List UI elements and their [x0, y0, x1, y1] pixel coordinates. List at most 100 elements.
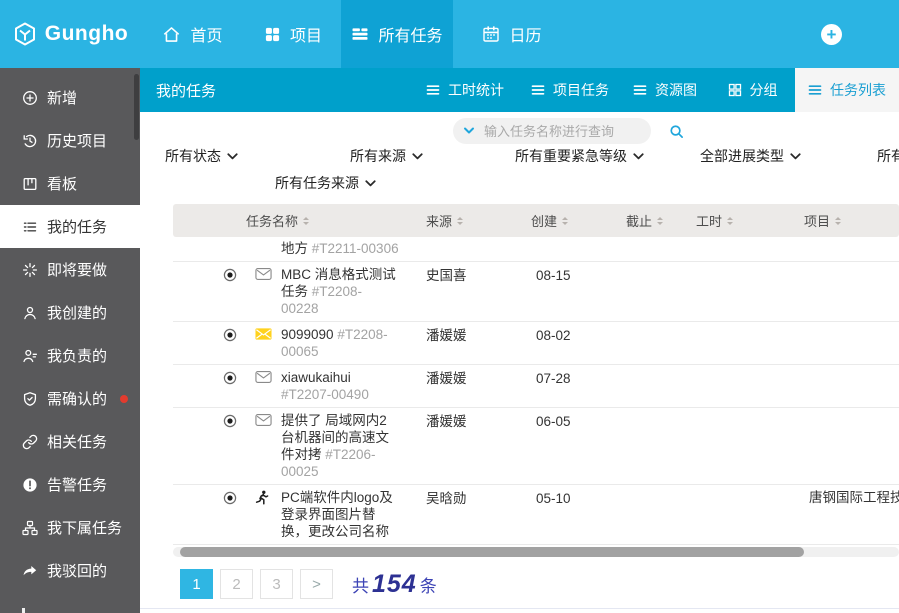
- tasks-icon: [351, 25, 369, 43]
- task-name-cell[interactable]: 9099090 #T2208-00065: [281, 326, 426, 360]
- table-row[interactable]: 提供了 局域网内2台机器间的高速文件对拷 #T2206-00025 潘媛媛 06…: [173, 408, 899, 485]
- horizontal-scrollbar[interactable]: [173, 547, 899, 557]
- filter-status[interactable]: 所有状态: [165, 146, 238, 166]
- plus-circle-icon: [21, 90, 38, 106]
- radio-icon[interactable]: [223, 268, 255, 282]
- list-icon: [531, 83, 545, 97]
- sidebar-item-created-by-me[interactable]: 我创建的: [0, 291, 140, 334]
- nav-all-tasks[interactable]: 所有任务: [341, 0, 453, 68]
- sidebar-item-kanban[interactable]: 看板: [0, 162, 140, 205]
- tab-resource-map[interactable]: 资源图: [620, 68, 710, 112]
- filter-priority[interactable]: 所有重要紧急等级: [515, 146, 644, 166]
- task-name-cell[interactable]: PC端软件内logo及登录界面图片替换，更改公司名称: [281, 489, 426, 540]
- filter-label: 所有重要紧急等级: [515, 146, 627, 166]
- shield-icon: [21, 391, 38, 407]
- radio-icon[interactable]: [223, 414, 255, 428]
- sidebar-item-upcoming[interactable]: 即将要做: [0, 248, 140, 291]
- user-list-icon: [21, 348, 38, 364]
- add-button[interactable]: +: [821, 24, 842, 45]
- runner-icon: [255, 490, 281, 506]
- radio-icon[interactable]: [223, 371, 255, 385]
- sidebar-item-history[interactable]: 历史项目: [0, 119, 140, 162]
- nav-calendar[interactable]: 日历: [453, 0, 571, 68]
- sidebar-item-need-confirm[interactable]: 需确认的: [0, 377, 140, 420]
- sidebar-scrollbar[interactable]: [134, 74, 139, 140]
- sidebar-item-new[interactable]: 新增: [0, 76, 140, 119]
- nav-home[interactable]: 首页: [140, 0, 245, 68]
- task-list-icon: [21, 219, 38, 235]
- sidebar-item-subordinate-tasks[interactable]: 我下属任务: [0, 506, 140, 549]
- page-button-2[interactable]: 2: [220, 569, 253, 599]
- main-nav: 首页 项目 所有任务: [140, 0, 571, 68]
- sidebar-item-label: 我负责的: [47, 345, 107, 366]
- next-page-button[interactable]: >: [300, 569, 333, 599]
- nav-all-tasks-label: 所有任务: [378, 22, 442, 46]
- view-tabs: 工时统计 项目任务 资源图: [410, 68, 899, 112]
- sidebar-item-owned-by-me[interactable]: 我负责的: [0, 334, 140, 377]
- chevron-down-icon: [790, 153, 801, 160]
- link-icon: [21, 434, 38, 450]
- filter-label: 所有状态: [165, 146, 221, 166]
- column-due[interactable]: 截止: [626, 211, 696, 230]
- table-row[interactable]: xiawukaihui #T2207-00490 潘媛媛 07-28: [173, 365, 899, 408]
- sidebar-item-related-tasks[interactable]: 相关任务: [0, 420, 140, 463]
- sort-icon: [562, 217, 568, 225]
- tab-label: 工时统计: [448, 80, 504, 100]
- task-name-cell[interactable]: 提供了 局域网内2台机器间的高速文件对拷 #T2206-00025: [281, 412, 426, 480]
- page-button-1[interactable]: 1: [180, 569, 213, 599]
- filter-task-source[interactable]: 所有任务来源: [275, 173, 376, 193]
- sort-icon: [457, 217, 463, 225]
- table-row[interactable]: MBC 消息格式测试任务 #T2208-00228 史国喜 08-15: [173, 262, 899, 322]
- table-row[interactable]: PC端软件内logo及登录界面图片替换，更改公司名称 吴晗勋 05-10 唐钢国…: [173, 485, 899, 545]
- chevron-down-icon[interactable]: [463, 127, 475, 135]
- task-id: #T2211-00306: [312, 241, 399, 256]
- sidebar-item-label: 即将要做: [47, 259, 107, 280]
- sort-icon: [835, 217, 841, 225]
- tab-grouping[interactable]: 分组: [710, 68, 795, 112]
- filter-clipped[interactable]: 所有: [877, 146, 899, 166]
- task-project: 唐钢国际工程技术有: [809, 489, 899, 506]
- tab-project-tasks[interactable]: 项目任务: [520, 68, 620, 112]
- column-created[interactable]: 创建: [531, 211, 626, 230]
- search-icon[interactable]: [669, 124, 684, 139]
- tab-label: 任务列表: [830, 80, 886, 100]
- chevron-down-icon: [227, 153, 238, 160]
- horizontal-scrollbar-thumb[interactable]: [180, 547, 804, 557]
- task-name-cell[interactable]: xiawukaihui #T2207-00490: [281, 369, 426, 403]
- table-row[interactable]: 9099090 #T2208-00065 潘媛媛 08-02: [173, 322, 899, 365]
- tab-task-list[interactable]: 任务列表: [795, 68, 899, 112]
- table-header: 任务名称 来源 创建 截止 工时 项目: [173, 204, 899, 237]
- envelope-icon: [255, 413, 281, 427]
- search-input[interactable]: [482, 123, 662, 140]
- total-count: 共 154 条: [352, 570, 437, 599]
- task-name-cell[interactable]: 地方 #T2211-00306: [281, 240, 426, 257]
- radio-icon[interactable]: [223, 328, 255, 342]
- column-hours[interactable]: 工时: [696, 211, 804, 230]
- task-created: [536, 240, 631, 241]
- chevron-down-icon: [412, 153, 423, 160]
- sidebar-item-alert-tasks[interactable]: 告警任务: [0, 463, 140, 506]
- tab-hours-stats[interactable]: 工时统计: [410, 68, 520, 112]
- nav-projects[interactable]: 项目: [245, 0, 341, 68]
- group-icon: [728, 83, 742, 97]
- sidebar-item-label: 我下属任务: [47, 517, 122, 538]
- page-title: 我的任务: [140, 68, 216, 112]
- sidebar-item-label: 需确认的: [47, 388, 107, 409]
- sidebar-item-label: 告警任务: [47, 474, 107, 495]
- filter-source[interactable]: 所有来源: [350, 146, 423, 166]
- filter-progress-type[interactable]: 全部进展类型: [700, 146, 801, 166]
- brand-logo[interactable]: Gungho: [0, 0, 140, 68]
- sidebar-item-rejected-by-me[interactable]: 我驳回的: [0, 549, 140, 592]
- table-row[interactable]: 地方 #T2211-00306: [173, 237, 899, 262]
- page-button-3[interactable]: 3: [260, 569, 293, 599]
- radio-icon[interactable]: [223, 491, 255, 505]
- sidebar-item-my-tasks[interactable]: 我的任务: [0, 205, 140, 248]
- task-name-cell[interactable]: MBC 消息格式测试任务 #T2208-00228: [281, 266, 426, 317]
- column-source[interactable]: 来源: [426, 211, 531, 230]
- envelope-icon: [255, 267, 281, 281]
- list-icon: [633, 83, 647, 97]
- column-project[interactable]: 项目: [804, 211, 899, 230]
- list-icon: [426, 83, 440, 97]
- gungho-logo-icon: [12, 21, 38, 47]
- column-task-name[interactable]: 任务名称: [246, 211, 426, 230]
